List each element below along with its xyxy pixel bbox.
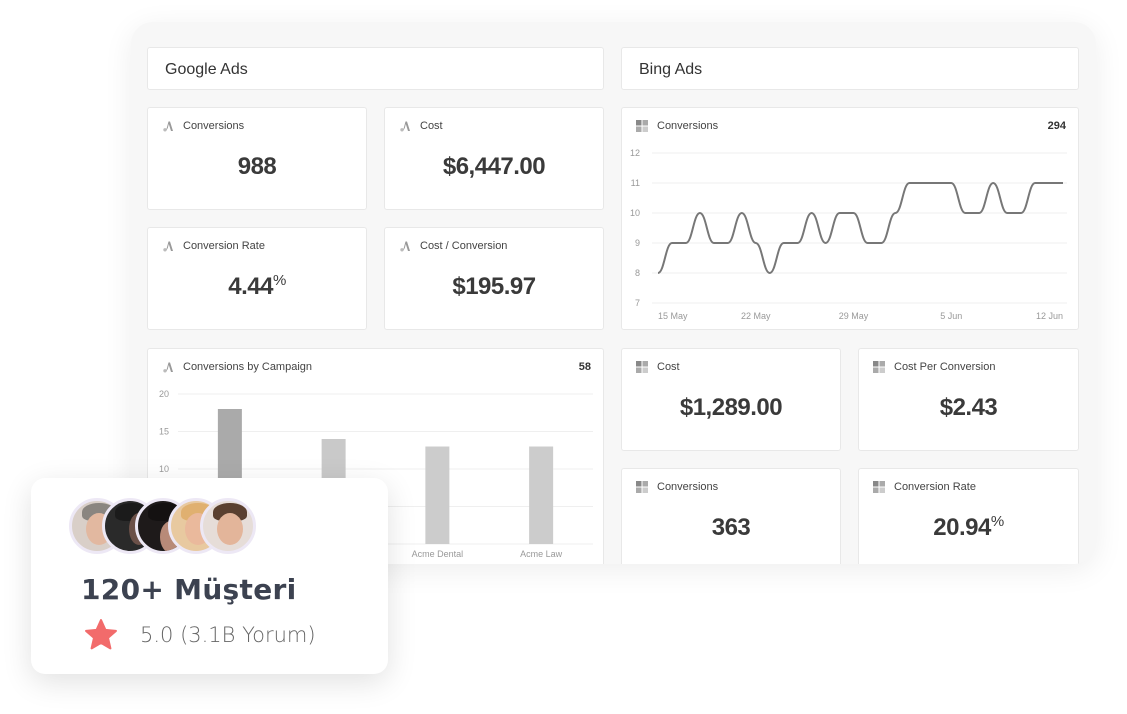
bing-cost-card[interactable]: Cost $1,289.00 xyxy=(621,348,841,451)
y-tick-label: 7 xyxy=(635,298,640,308)
rating-text: 5.0 (3.1B Yorum) xyxy=(140,623,316,647)
kpi-value: $195.97 xyxy=(452,273,536,300)
bing-conversions-chart-card[interactable]: Conversions 294 7 8 9 10 11 12 15 May 22 May 29 … xyxy=(621,107,1079,330)
bing-ads-icon xyxy=(636,481,648,493)
y-tick-label: 9 xyxy=(635,238,640,248)
kpi-value: 363 xyxy=(711,514,751,541)
bing-conversion-rate-card[interactable]: Conversion Rate 20.94% xyxy=(858,468,1079,564)
kpi-value: $1,289.00 xyxy=(679,394,783,421)
widget-title: Cost xyxy=(420,120,443,132)
line-chart: 7 8 9 10 11 12 15 May 22 May 29 May 5 Jun 12 Jun xyxy=(630,148,1067,321)
x-tick-label: 29 May xyxy=(839,311,869,321)
google-ads-icon xyxy=(400,241,410,252)
google-conversions-card[interactable]: Conversions 988 xyxy=(147,107,367,210)
kpi-value: 988 xyxy=(237,153,277,180)
y-tick-label: 10 xyxy=(159,464,169,474)
kpi-value: 4.44% xyxy=(228,272,286,300)
google-ads-header: Google Ads xyxy=(147,47,604,90)
y-tick-label: 15 xyxy=(159,427,169,437)
y-tick-label: 10 xyxy=(630,208,640,218)
bing-ads-icon xyxy=(873,361,885,373)
google-ads-icon xyxy=(400,121,410,132)
widget-title: Conversions xyxy=(183,120,245,132)
x-tick-label: 15 May xyxy=(658,311,688,321)
customer-count: 120+ Müşteri xyxy=(81,573,297,606)
google-ads-icon xyxy=(163,121,173,132)
x-tick-label: Acme Law xyxy=(520,549,563,559)
google-cost-per-conversion-card[interactable]: Cost / Conversion $195.97 xyxy=(384,227,604,330)
widget-title: Conversion Rate xyxy=(183,240,265,252)
bing-ads-title: Bing Ads xyxy=(639,61,703,78)
x-tick-label: Acme Dental xyxy=(412,549,464,559)
bing-conversions-card[interactable]: Conversions 363 xyxy=(621,468,841,564)
bing-cost-per-conversion-card[interactable]: Cost Per Conversion $2.43 xyxy=(858,348,1079,451)
widget-title: Conversion Rate xyxy=(894,481,976,493)
star-icon xyxy=(85,619,117,650)
bing-ads-header: Bing Ads xyxy=(621,47,1079,90)
bing-ads-icon xyxy=(636,361,648,373)
bing-ads-icon xyxy=(873,481,885,493)
x-tick-label: 5 Jun xyxy=(940,311,962,321)
customer-proof-card: 120+ Müşteri 5.0 (3.1B Yorum) xyxy=(31,478,388,674)
widget-title: Cost xyxy=(657,361,680,373)
bar xyxy=(425,446,450,544)
widget-title: Conversions xyxy=(657,481,719,493)
x-tick-label: 22 May xyxy=(741,311,771,321)
widget-title: Cost / Conversion xyxy=(420,240,508,252)
series-line-conversions xyxy=(657,182,1063,274)
bar xyxy=(529,446,554,544)
google-cost-card[interactable]: Cost $6,447.00 xyxy=(384,107,604,210)
widget-title: Cost Per Conversion xyxy=(894,361,996,373)
y-tick-label: 8 xyxy=(635,268,640,278)
google-conversion-rate-card[interactable]: Conversion Rate 4.44% xyxy=(147,227,367,330)
kpi-value: $6,447.00 xyxy=(442,153,546,180)
google-ads-title: Google Ads xyxy=(165,61,248,78)
google-ads-icon xyxy=(163,241,173,252)
kpi-value: $2.43 xyxy=(939,394,998,421)
x-tick-label: 12 Jun xyxy=(1036,311,1063,321)
kpi-value: 20.94% xyxy=(933,513,1004,541)
y-tick-label: 12 xyxy=(630,148,640,158)
avatar xyxy=(200,498,256,554)
y-tick-label: 11 xyxy=(631,178,640,188)
y-tick-label: 20 xyxy=(159,389,169,399)
